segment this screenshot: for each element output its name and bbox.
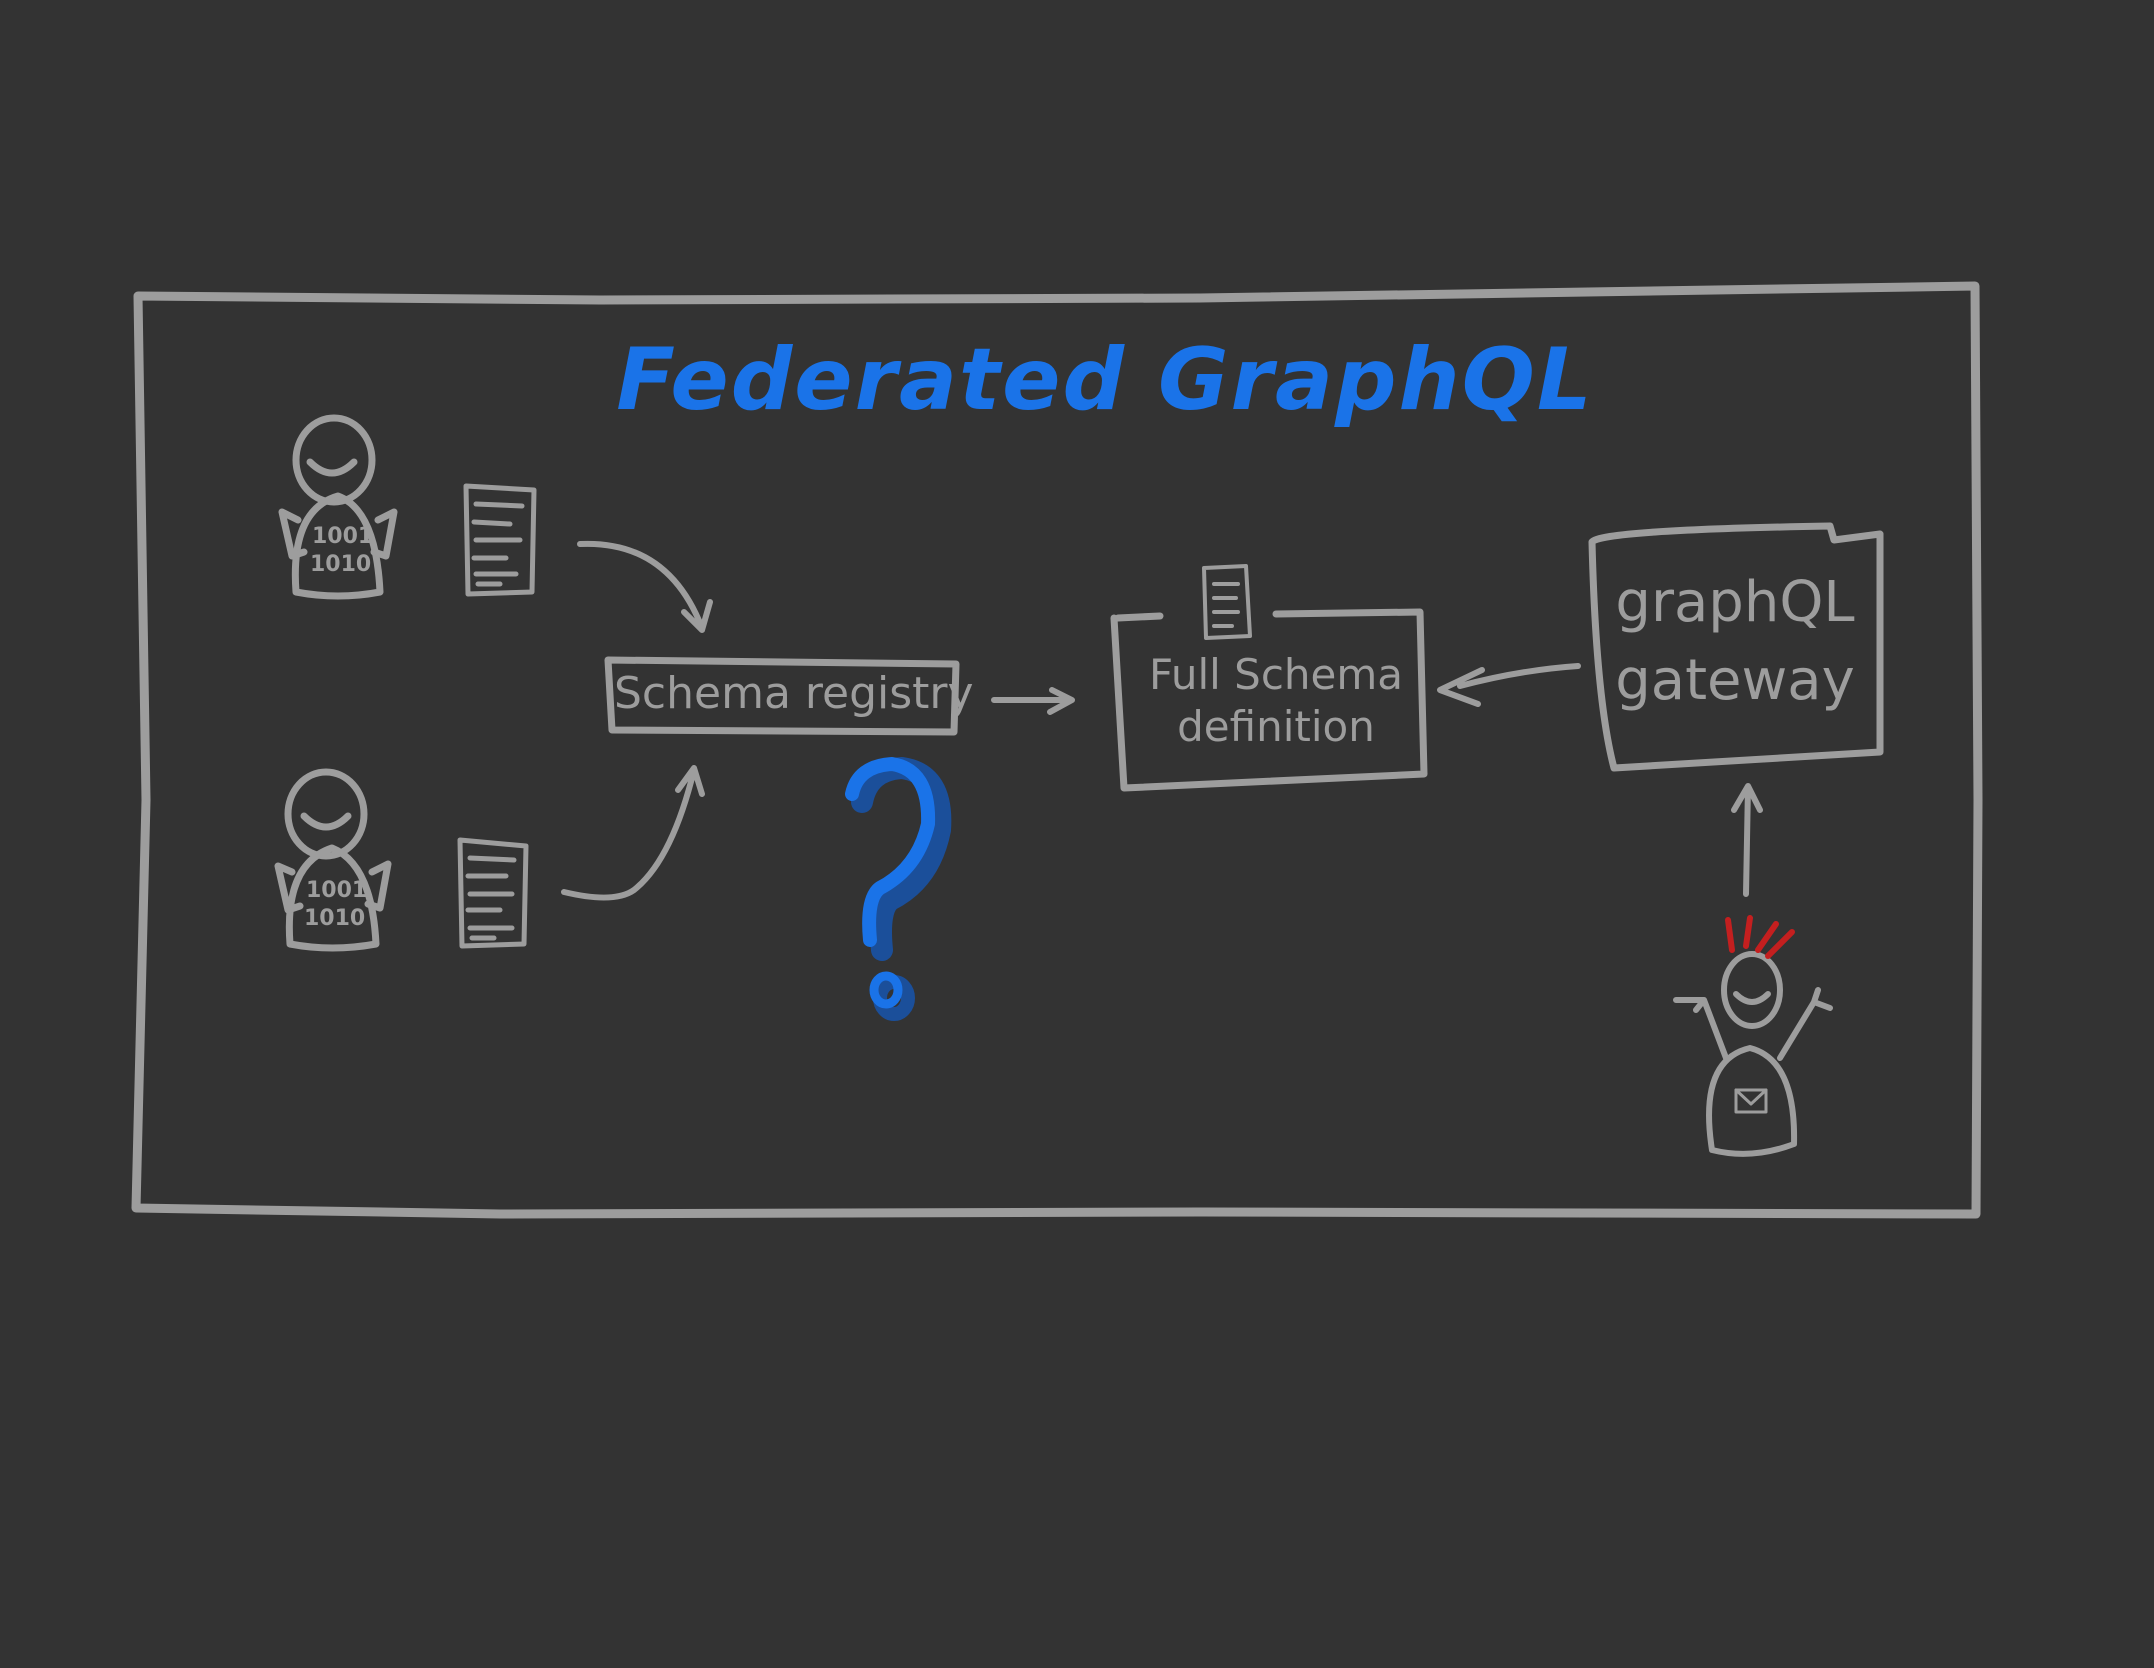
diagram-canvas: Federated GraphQL 1001 1010 1001 1010 Sc… <box>0 0 2154 1668</box>
document-icon <box>1202 564 1252 640</box>
arrow-client-to-gateway <box>1731 783 1763 897</box>
arrow-gateway-to-schema <box>1437 663 1581 707</box>
full-schema-box <box>1110 608 1428 792</box>
document-icon <box>463 483 537 597</box>
arrow-dev1-to-registry <box>577 540 713 633</box>
arrow-registry-to-schema <box>991 687 1075 715</box>
alert-lines-icon <box>1725 915 1795 959</box>
gateway-label-line1: graphQL <box>1615 570 1855 635</box>
gateway-label-line2: gateway <box>1615 648 1855 713</box>
full-schema-label-line1: Full Schema <box>1148 650 1404 699</box>
schema-registry-label: Schema registry <box>614 668 974 719</box>
gateway-box <box>1588 522 1884 772</box>
document-icon <box>457 837 529 949</box>
diagram-drawing <box>131 281 1983 1219</box>
dev2-bits-line2: 1010 <box>304 906 366 931</box>
dev2-bits-line1: 1001 <box>306 878 368 903</box>
question-mark-icon <box>845 757 952 1021</box>
dev1-bits-line1: 1001 <box>312 524 374 549</box>
full-schema-label-line2: definition <box>1177 702 1375 751</box>
dev1-bits-line2: 1010 <box>310 552 372 577</box>
envelope-icon <box>1734 1088 1768 1114</box>
arrow-dev2-to-registry <box>561 765 705 901</box>
diagram-title: Federated GraphQL <box>616 330 1594 430</box>
excited-client-icon <box>1673 951 1833 1157</box>
